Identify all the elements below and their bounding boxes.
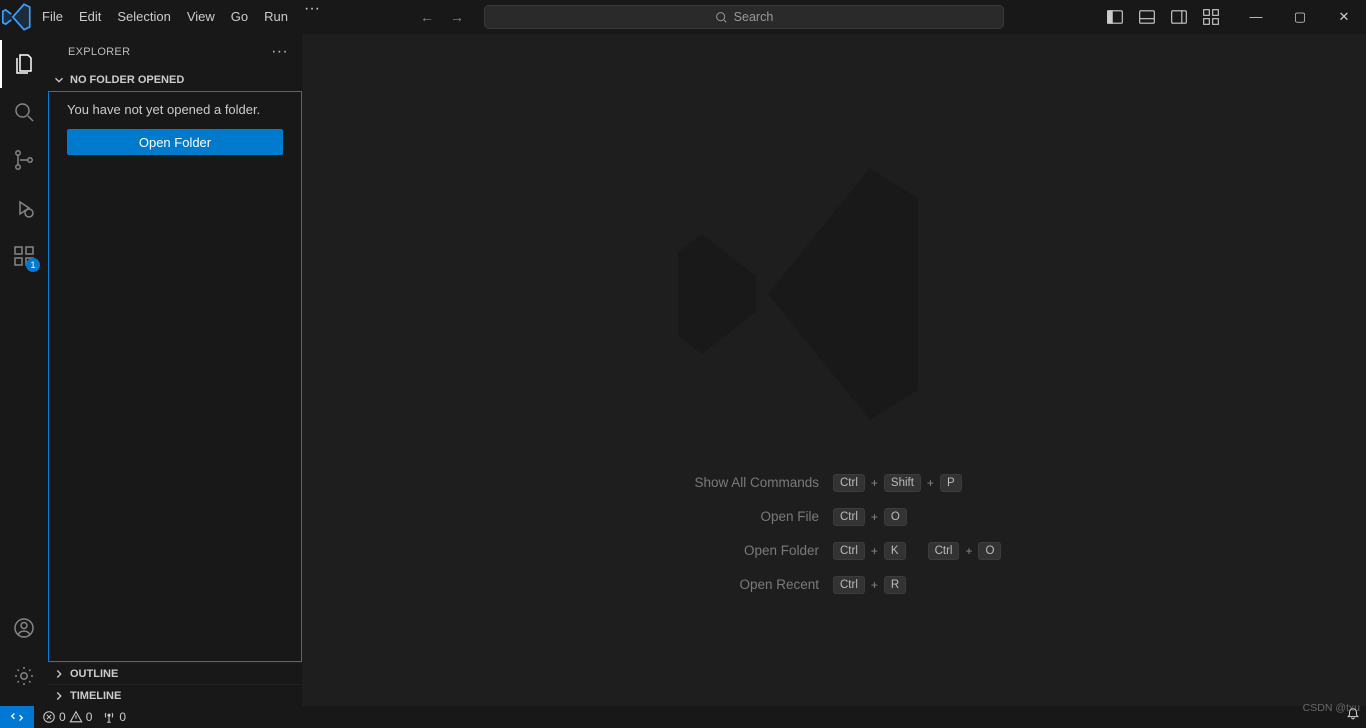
keyboard-key: P: [940, 474, 962, 492]
timeline-label: TIMELINE: [70, 690, 121, 702]
section-outline[interactable]: OUTLINE: [48, 662, 302, 684]
keyboard-key: Ctrl: [928, 542, 960, 560]
chevron-right-icon: [52, 689, 66, 703]
chevron-right-icon: [52, 667, 66, 681]
watermark-shortcut: Ctrl+O: [833, 508, 907, 526]
error-count: 0: [59, 710, 66, 724]
watermark-row: Open FolderCtrl+KCtrl+O: [584, 542, 1084, 560]
no-folder-panel: You have not yet opened a folder. Open F…: [48, 91, 302, 662]
watermark-label: Open Recent: [584, 577, 819, 593]
editor-watermark: Show All Commands Ctrl+Shift+P Open File Ct…: [302, 34, 1366, 706]
notifications-bell-icon[interactable]: [1346, 707, 1360, 726]
keyboard-key: Ctrl: [833, 508, 865, 526]
watermark-row: Open File Ctrl+O: [584, 508, 1084, 526]
keyboard-key: Shift: [884, 474, 921, 492]
open-folder-button[interactable]: Open Folder: [67, 129, 283, 155]
status-ports[interactable]: 0: [102, 710, 126, 724]
nav-forward-icon[interactable]: →: [450, 9, 464, 25]
vscode-watermark-icon: [654, 144, 954, 449]
customize-layout-icon[interactable]: [1202, 8, 1220, 26]
section-header-no-folder[interactable]: NO FOLDER OPENED: [48, 69, 302, 91]
sidebar-title: EXPLORER: [68, 46, 130, 58]
keyboard-key: Ctrl: [833, 542, 865, 560]
keyboard-key: R: [884, 576, 906, 594]
status-bar: 0 0 0: [0, 706, 1366, 728]
section-header-label: NO FOLDER OPENED: [70, 74, 184, 86]
window-maximize-icon[interactable]: ▢: [1288, 9, 1312, 25]
warning-icon: [69, 710, 83, 724]
activity-explorer[interactable]: [0, 40, 48, 88]
error-icon: [42, 710, 56, 724]
ports-count: 0: [119, 710, 126, 724]
watermark-row: Show All Commands Ctrl+Shift+P: [584, 474, 1084, 492]
watermark-row: Open Recent Ctrl+R: [584, 576, 1084, 594]
search-box[interactable]: Search: [484, 5, 1004, 29]
menu-edit[interactable]: Edit: [71, 0, 109, 34]
layout-sidebar-left-icon[interactable]: [1106, 8, 1124, 26]
menu-bar: File Edit Selection View Go Run ···: [34, 0, 328, 34]
keyboard-key: O: [884, 508, 907, 526]
activity-extensions[interactable]: 1: [0, 232, 48, 280]
outline-label: OUTLINE: [70, 668, 118, 680]
layout-panel-bottom-icon[interactable]: [1138, 8, 1156, 26]
watermark-label: Show All Commands: [584, 475, 819, 491]
keyboard-key: Ctrl: [833, 576, 865, 594]
search-icon: [715, 11, 728, 24]
menu-view[interactable]: View: [179, 0, 223, 34]
layout-sidebar-right-icon[interactable]: [1170, 8, 1188, 26]
vscode-logo-icon: [0, 0, 34, 34]
keyboard-key: K: [884, 542, 906, 560]
watermark-label: Open File: [584, 509, 819, 525]
sidebar-explorer: EXPLORER ··· NO FOLDER OPENED You have n…: [48, 34, 302, 706]
watermark-label: Open Folder: [584, 543, 819, 559]
activity-source-control[interactable]: [0, 136, 48, 184]
no-folder-message: You have not yet opened a folder.: [67, 102, 283, 117]
warning-count: 0: [86, 710, 93, 724]
window-close-icon[interactable]: ✕: [1332, 9, 1356, 25]
menu-file[interactable]: File: [34, 0, 71, 34]
watermark-shortcut: Ctrl+KCtrl+O: [833, 542, 1001, 560]
chevron-down-icon: [52, 73, 66, 87]
search-placeholder: Search: [734, 10, 774, 24]
activity-run-debug[interactable]: [0, 184, 48, 232]
menu-run[interactable]: Run: [256, 0, 296, 34]
menu-go[interactable]: Go: [223, 0, 256, 34]
keyboard-key: O: [978, 542, 1001, 560]
status-problems[interactable]: 0 0: [42, 710, 92, 724]
watermark-shortcut: Ctrl+R: [833, 576, 906, 594]
remote-indicator[interactable]: [0, 706, 34, 728]
radio-tower-icon: [102, 710, 116, 724]
activity-bar: 1: [0, 34, 48, 706]
menu-selection[interactable]: Selection: [109, 0, 178, 34]
watermark-shortcut: Ctrl+Shift+P: [833, 474, 962, 492]
nav-back-icon[interactable]: ←: [420, 9, 434, 25]
activity-search[interactable]: [0, 88, 48, 136]
title-bar: File Edit Selection View Go Run ··· ← → …: [0, 0, 1366, 34]
activity-accounts[interactable]: [0, 604, 48, 652]
sidebar-more-icon[interactable]: ···: [271, 43, 288, 61]
activity-settings[interactable]: [0, 652, 48, 700]
keyboard-key: Ctrl: [833, 474, 865, 492]
extensions-badge: 1: [26, 258, 40, 272]
section-timeline[interactable]: TIMELINE: [48, 684, 302, 706]
menu-more-icon[interactable]: ···: [296, 0, 328, 34]
window-minimize-icon[interactable]: —: [1244, 9, 1268, 25]
